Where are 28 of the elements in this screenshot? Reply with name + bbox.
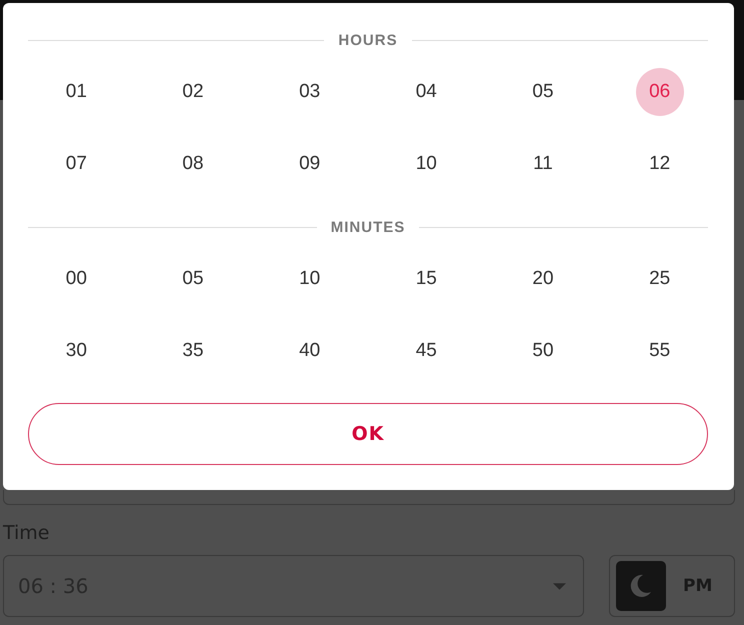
minute-option[interactable]: 30: [52, 327, 100, 375]
minute-option[interactable]: 45: [402, 327, 450, 375]
minute-option[interactable]: 20: [518, 255, 567, 303]
hour-option[interactable]: 09: [286, 140, 334, 188]
hour-option[interactable]: 05: [518, 68, 567, 116]
section-heading: MINUTES: [330, 218, 406, 236]
minute-option[interactable]: 00: [52, 255, 100, 303]
hour-option[interactable]: 04: [402, 68, 450, 116]
minute-option[interactable]: 55: [636, 327, 684, 375]
minute-option[interactable]: 25: [636, 255, 684, 303]
hour-option[interactable]: 01: [52, 68, 100, 116]
minute-option[interactable]: 50: [518, 327, 567, 375]
minute-option[interactable]: 10: [286, 255, 334, 303]
hour-option[interactable]: 12: [636, 140, 684, 188]
hour-option[interactable]: 07: [52, 140, 100, 188]
moon-icon: [616, 561, 666, 611]
minute-option[interactable]: 35: [168, 327, 217, 375]
minute-option[interactable]: 05: [168, 255, 217, 303]
section-heading: HOURS: [338, 32, 398, 48]
hour-option[interactable]: 08: [168, 140, 217, 188]
hour-option[interactable]: 10: [402, 140, 450, 188]
minute-option[interactable]: 40: [286, 327, 334, 375]
hour-option[interactable]: 11: [518, 140, 567, 188]
hour-option[interactable]: 02: [168, 68, 217, 116]
ok-button[interactable]: OK: [28, 403, 708, 465]
hour-option[interactable]: 03: [286, 68, 334, 116]
minute-option[interactable]: 15: [402, 255, 450, 303]
caret-icon: [553, 582, 566, 590]
